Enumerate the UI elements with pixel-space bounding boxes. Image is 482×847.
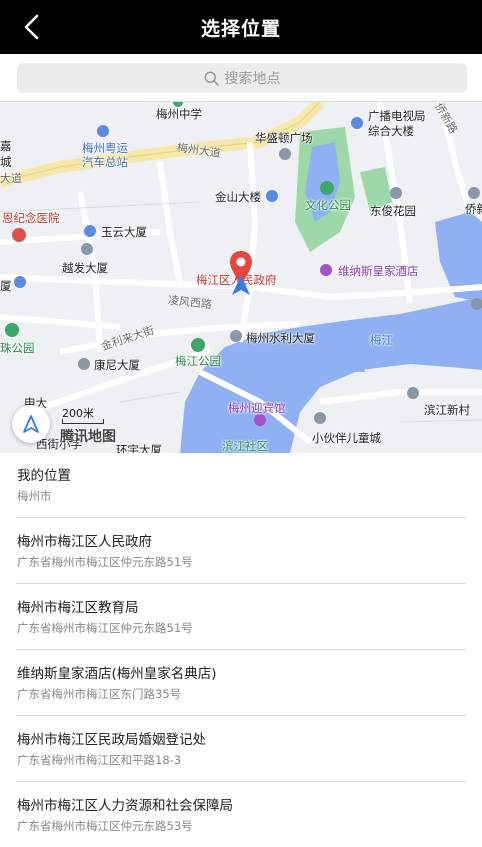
map-label: 越发大厦 bbox=[62, 261, 108, 275]
top-bar: 选择位置 bbox=[0, 0, 482, 54]
location-name: 我的位置 bbox=[17, 468, 71, 484]
map-label: 维纳斯皇家酒店 bbox=[338, 264, 419, 278]
map-label: 梅江 bbox=[370, 333, 393, 347]
map-view[interactable]: 梅州中学 广播电视局 综合大楼 华盛顿广场 侨新路 梅州粤运 汽车总站 梅州大道… bbox=[0, 101, 482, 453]
map-label: 嘉 bbox=[0, 139, 12, 153]
location-name: 梅州市梅江区人力资源和社会保障局 bbox=[17, 798, 233, 814]
search-placeholder: 搜索地点 bbox=[224, 71, 281, 87]
locate-me-button[interactable] bbox=[12, 405, 50, 443]
list-item[interactable]: 梅州市梅江区教育局 广东省梅州市梅江区仲元东路51号 bbox=[16, 584, 466, 650]
location-result-list: 我的位置 梅州市 梅州市梅江区人民政府 广东省梅州市梅江区仲元东路51号 梅州市… bbox=[0, 452, 482, 847]
map-label: 滨江社区 bbox=[222, 439, 268, 453]
map-label: 城 bbox=[0, 155, 12, 169]
list-item[interactable]: 梅州市梅江区人力资源和社会保障局 广东省梅州市梅江区仲元东路53号 bbox=[16, 782, 466, 847]
location-address: 广东省梅州市梅江区仲元东路51号 bbox=[17, 555, 193, 569]
location-name: 维纳斯皇家酒店(梅州皇家名典店) bbox=[17, 666, 217, 682]
back-arrow-icon[interactable] bbox=[16, 10, 50, 44]
navigation-arrow-icon bbox=[232, 275, 250, 295]
location-address: 广东省梅州市梅江区东门路35号 bbox=[17, 687, 182, 701]
map-label: 梅江公园 bbox=[175, 354, 221, 368]
map-label: 金山大楼 bbox=[215, 190, 261, 204]
search-bar-container: 搜索地点 bbox=[0, 54, 482, 101]
map-label: 滨江新村 bbox=[424, 403, 470, 417]
location-address: 广东省梅州市梅江区和平路18-3 bbox=[17, 753, 182, 767]
search-icon bbox=[204, 71, 219, 86]
map-label: 文化公园 bbox=[305, 198, 351, 212]
map-label: 康尼大厦 bbox=[94, 358, 140, 372]
map-label: 广播电视局 bbox=[368, 109, 426, 123]
location-name: 梅州市梅江区人民政府 bbox=[17, 534, 152, 550]
map-label: 综合大楼 bbox=[368, 124, 414, 138]
map-label: 小伙伴儿童城 bbox=[312, 431, 381, 445]
map-label: 侨新 bbox=[465, 202, 482, 216]
map-label: 厦 bbox=[0, 279, 12, 293]
search-input[interactable]: 搜索地点 bbox=[17, 63, 467, 93]
map-label: 玉云大厦 bbox=[101, 225, 147, 239]
location-address: 广东省梅州市梅江区仲元东路51号 bbox=[17, 621, 193, 635]
location-name: 梅州市梅江区民政局婚姻登记处 bbox=[17, 732, 206, 748]
locate-me-icon bbox=[23, 415, 39, 433]
list-item[interactable]: 我的位置 梅州市 bbox=[16, 452, 466, 518]
map-label: 梅州中学 bbox=[156, 107, 202, 121]
page-title: 选择位置 bbox=[200, 17, 281, 40]
map-label: 珠公园 bbox=[0, 341, 35, 355]
map-label: 华盛顿广场 bbox=[255, 131, 313, 145]
map-road-label: 大道 bbox=[0, 172, 22, 185]
location-address: 梅州市 bbox=[17, 489, 52, 503]
map-label: 恩纪念医院 bbox=[2, 211, 60, 225]
list-item[interactable]: 梅州市梅江区人民政府 广东省梅州市梅江区仲元东路51号 bbox=[16, 518, 466, 584]
location-name: 梅州市梅江区教育局 bbox=[17, 600, 139, 616]
map-label: 梅州迎宾馆 bbox=[228, 401, 286, 415]
map-label: 东俊花园 bbox=[370, 204, 416, 218]
list-item[interactable]: 梅州市梅江区民政局婚姻登记处 广东省梅州市梅江区和平路18-3 bbox=[16, 716, 466, 782]
map-label: 汽车总站 bbox=[82, 155, 128, 169]
map-brand-logo: 腾讯地图 bbox=[60, 429, 116, 445]
map-scale-bar bbox=[62, 419, 104, 424]
map-label: 梅州水利大厦 bbox=[246, 331, 315, 345]
list-item[interactable]: 维纳斯皇家酒店(梅州皇家名典店) 广东省梅州市梅江区东门路35号 bbox=[16, 650, 466, 716]
location-address: 广东省梅州市梅江区仲元东路53号 bbox=[17, 819, 193, 833]
